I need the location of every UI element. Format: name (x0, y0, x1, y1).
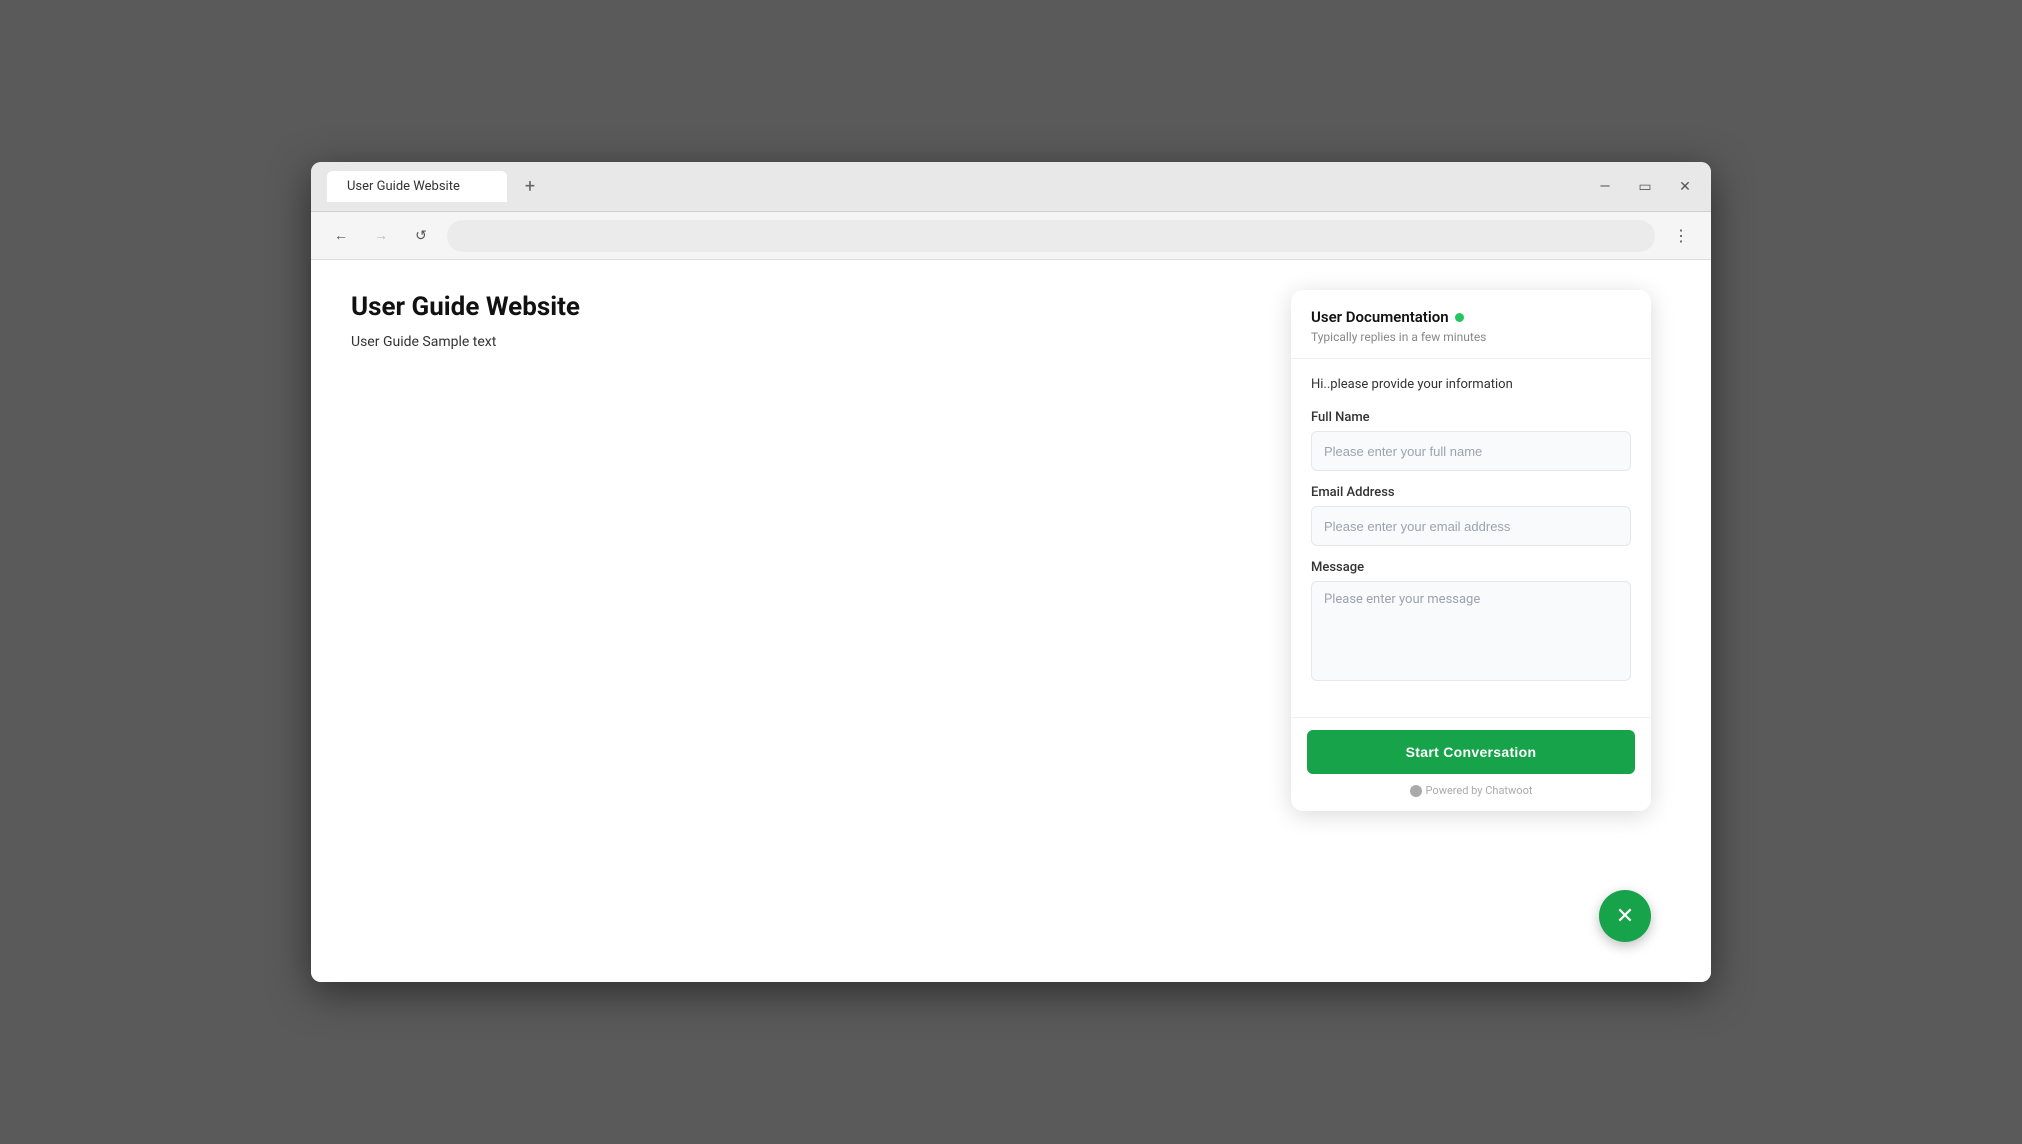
start-conversation-button[interactable]: Start Conversation (1307, 730, 1635, 774)
powered-by: Powered by Chatwoot (1307, 784, 1635, 797)
nav-bar: ← → ↺ ⋮ (311, 212, 1711, 260)
chat-body[interactable]: Hi..please provide your information Full… (1291, 359, 1651, 717)
chat-title: User Documentation (1311, 308, 1449, 326)
message-label: Message (1311, 560, 1631, 575)
forward-button[interactable]: → (367, 222, 395, 250)
browser-menu-button[interactable]: ⋮ (1667, 222, 1695, 250)
browser-tab[interactable]: User Guide Website (327, 171, 507, 202)
add-tab-button[interactable]: + (515, 172, 545, 202)
email-group: Email Address (1311, 485, 1631, 546)
email-input[interactable] (1311, 506, 1631, 546)
full-name-input[interactable] (1311, 431, 1631, 471)
back-button[interactable]: ← (327, 222, 355, 250)
close-window-button[interactable]: ✕ (1675, 177, 1695, 197)
tab-title: User Guide Website (347, 179, 460, 194)
chat-widget: User Documentation Typically replies in … (1291, 290, 1651, 811)
full-name-group: Full Name (1311, 410, 1631, 471)
chat-intro-text: Hi..please provide your information (1311, 377, 1631, 392)
page-content: User Guide Website User Guide Sample tex… (311, 260, 1711, 982)
chat-footer: Start Conversation Powered by Chatwoot (1291, 717, 1651, 811)
minimize-button[interactable]: — (1595, 177, 1615, 197)
chat-header: User Documentation Typically replies in … (1291, 290, 1651, 359)
message-input[interactable] (1311, 581, 1631, 681)
window-controls: — ▭ ✕ (1595, 177, 1695, 197)
close-icon: ✕ (1616, 904, 1634, 929)
address-bar[interactable] (447, 220, 1655, 252)
maximize-button[interactable]: ▭ (1635, 177, 1655, 197)
browser-window: User Guide Website + — ▭ ✕ ← → ↺ (311, 162, 1711, 982)
email-label: Email Address (1311, 485, 1631, 500)
chat-subtitle: Typically replies in a few minutes (1311, 330, 1631, 344)
reload-button[interactable]: ↺ (407, 222, 435, 250)
message-group: Message (1311, 560, 1631, 685)
full-name-label: Full Name (1311, 410, 1631, 425)
chat-close-button[interactable]: ✕ (1599, 890, 1651, 942)
online-indicator (1455, 313, 1464, 322)
title-bar: User Guide Website + — ▭ ✕ (311, 162, 1711, 212)
powered-by-text: Powered by Chatwoot (1426, 784, 1533, 797)
chat-title-row: User Documentation (1311, 308, 1631, 326)
chatwoot-logo-icon (1410, 785, 1422, 797)
